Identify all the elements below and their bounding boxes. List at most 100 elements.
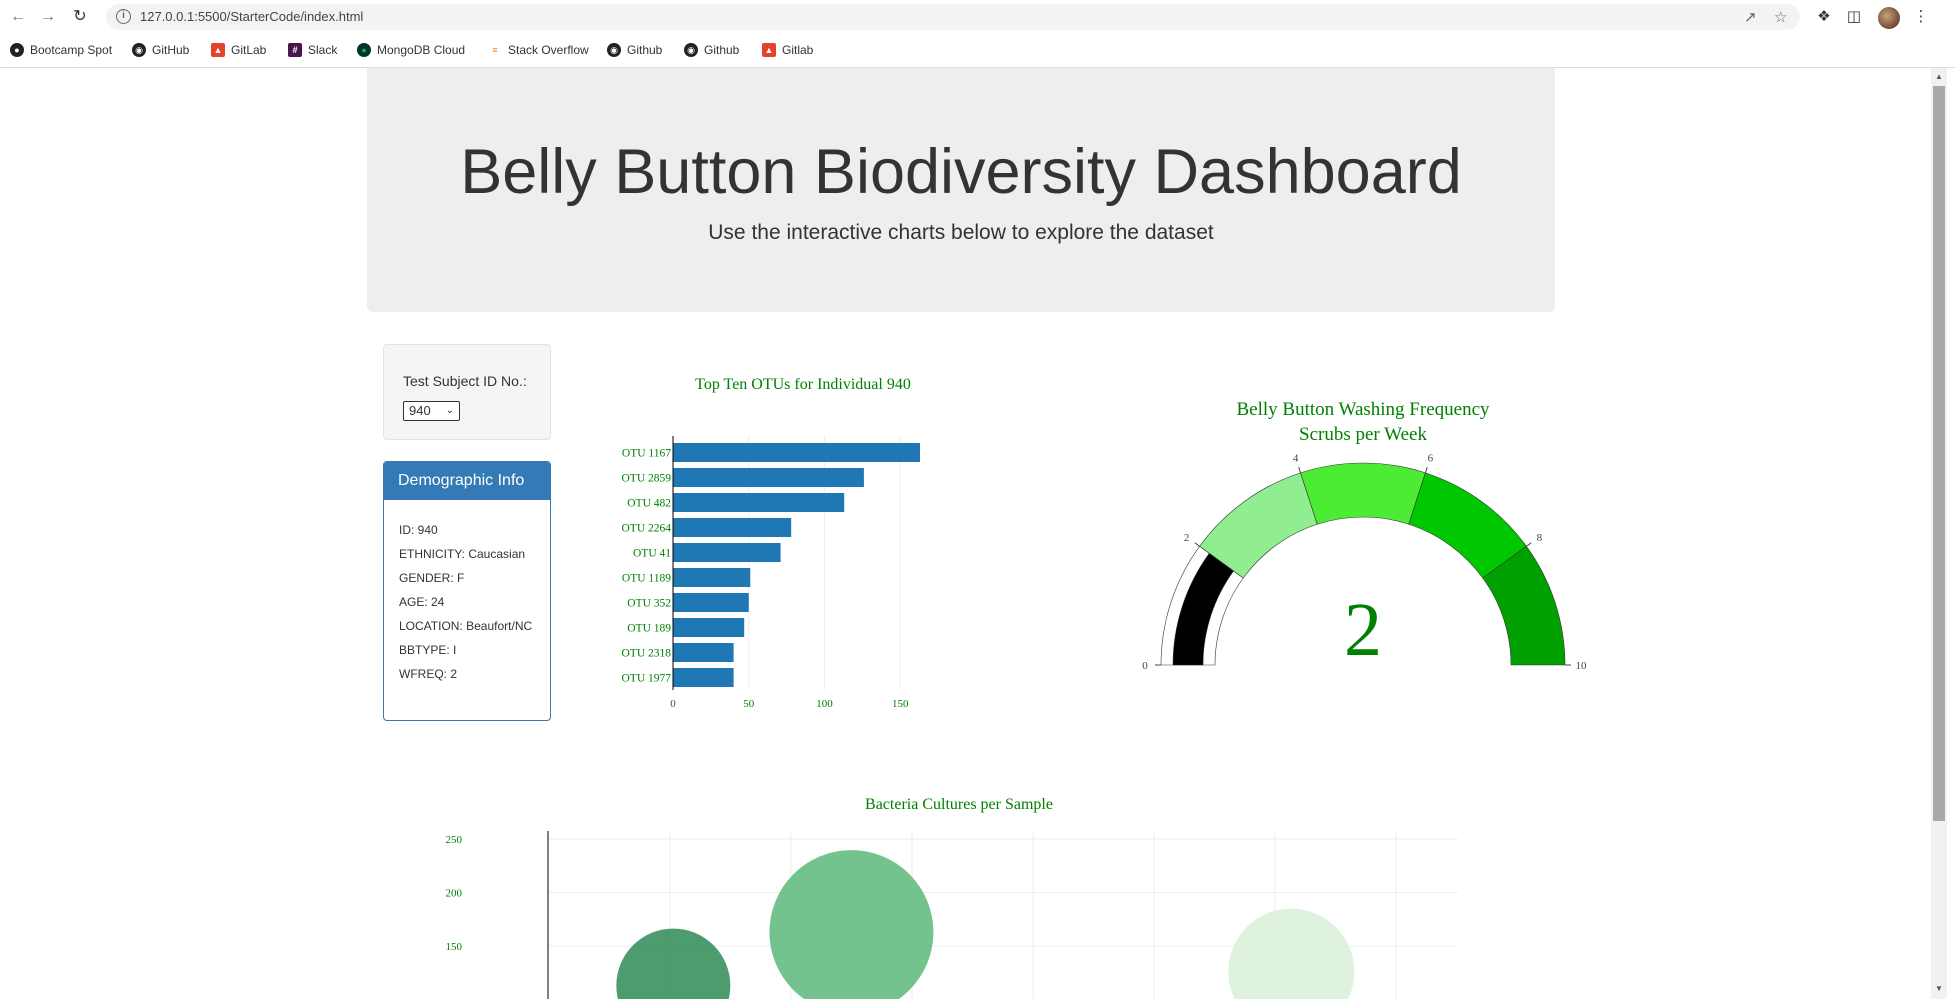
washing-frequency-gauge: Belly Button Washing Frequency Scrubs per…	[1142, 399, 1588, 672]
bookmark-item[interactable]: ▲ Gitlab	[762, 40, 813, 60]
bar-chart-title: Top Ten OTUs for Individual 940	[695, 376, 911, 393]
bar-chart-bar	[673, 468, 864, 487]
gauge-tick-label: 4	[1293, 453, 1299, 465]
gauge-tick-label: 8	[1537, 532, 1543, 544]
github-icon: ◉	[607, 43, 621, 57]
gitlab-icon: ▲	[762, 43, 776, 57]
bar-chart-bar	[673, 493, 845, 512]
forward-icon[interactable]: →	[38, 7, 58, 27]
profile-avatar[interactable]	[1878, 7, 1900, 29]
scroll-down-icon[interactable]: ▼	[1933, 984, 1945, 996]
demographic-row: GENDER: F	[399, 571, 465, 585]
gauge-step	[1300, 462, 1426, 525]
github-icon: ◉	[132, 43, 146, 57]
gauge-subtitle: Scrubs per Week	[1299, 424, 1427, 445]
scroll-up-icon[interactable]: ▲	[1933, 72, 1945, 84]
bar-chart-bar	[673, 543, 781, 562]
bar-chart-bar	[673, 568, 751, 587]
bubble-chart-ytick: 150	[446, 941, 463, 953]
bookmark-item[interactable]: ● Bootcamp Spot	[10, 40, 112, 60]
demographic-info-panel: Demographic Info ID: 940 ETHNICITY: Cauc…	[383, 461, 551, 721]
url-text: 127.0.0.1:5500/StarterCode/index.html	[140, 9, 364, 24]
share-icon[interactable]: ↗	[1744, 8, 1757, 26]
demographic-row: LOCATION: Beaufort/NC	[399, 619, 533, 633]
demographic-info-body: ID: 940 ETHNICITY: Caucasian GENDER: F A…	[399, 524, 544, 692]
gauge-tick-label: 6	[1428, 453, 1434, 465]
github-icon: ◉	[684, 43, 698, 57]
bar-chart-ytick: OTU 1977	[621, 673, 671, 685]
demographic-row: BBTYPE: I	[399, 643, 457, 657]
bar-chart-ytick: OTU 2859	[621, 473, 671, 485]
bar-chart-bar	[673, 593, 749, 612]
bar-chart-ytick: OTU 1167	[622, 448, 671, 460]
bacteria-bubble-chart: Bacteria Cultures per Sample 250 200 150	[446, 796, 1458, 999]
bookmark-item[interactable]: ▲ GitLab	[211, 40, 266, 60]
gauge-title: Belly Button Washing Frequency	[1236, 399, 1490, 420]
demographic-row: WFREQ: 2	[399, 667, 458, 681]
subject-id-dropdown[interactable]: 940 ⌄	[403, 401, 460, 421]
extensions-icon[interactable]: ❖	[1815, 8, 1833, 26]
bookmark-item[interactable]: ≡ Stack Overflow	[488, 40, 589, 60]
selected-subject-id: 940	[409, 403, 431, 418]
page-title: Belly Button Biodiversity Dashboard	[460, 137, 1462, 207]
gauge-tick	[1526, 542, 1532, 547]
chevron-down-icon: ⌄	[445, 405, 454, 416]
bookmark-label: Slack	[308, 43, 338, 57]
bookmark-star-icon[interactable]: ☆	[1774, 8, 1787, 26]
bar-chart-ytick: OTU 2264	[621, 523, 671, 535]
bootcamp-icon: ●	[10, 43, 24, 57]
subject-selector-well: Test Subject ID No.: 940 ⌄	[383, 344, 551, 440]
browser-toolbar: ← → ↻ i 127.0.0.1:5500/StarterCode/index…	[0, 0, 1955, 34]
gauge-tick-label: 2	[1184, 532, 1190, 544]
subject-id-label: Test Subject ID No.:	[403, 373, 527, 389]
scrollbar-thumb[interactable]	[1933, 86, 1945, 821]
gitlab-icon: ▲	[211, 43, 225, 57]
demographic-row: AGE: 24	[399, 595, 445, 609]
bar-chart-bar	[673, 443, 920, 462]
bar-chart-bar	[673, 643, 734, 662]
demographic-row: ETHNICITY: Caucasian	[399, 547, 526, 561]
demographic-row: ID: 940	[399, 523, 438, 537]
bookmark-label: Stack Overflow	[508, 43, 589, 57]
bar-chart-xtick: 50	[743, 698, 755, 710]
bookmark-label: Github	[704, 43, 740, 57]
bar-chart-ytick: OTU 482	[627, 498, 671, 510]
bar-chart-ytick: OTU 2318	[621, 648, 671, 660]
bookmark-item[interactable]: ◉ GitHub	[132, 40, 189, 60]
bookmark-label: GitHub	[152, 43, 190, 57]
bookmark-label: MongoDB Cloud	[377, 43, 466, 57]
site-info-icon[interactable]: i	[116, 9, 131, 24]
bookmark-item[interactable]: ◉ Github	[607, 40, 662, 60]
bubble-chart-ytick: 200	[446, 888, 463, 900]
bookmark-label: Github	[627, 43, 663, 57]
bookmark-item[interactable]: ◉ Github	[684, 40, 739, 60]
slack-icon: #	[288, 43, 302, 57]
bar-chart-bar	[673, 518, 792, 537]
side-panel-icon[interactable]: ◫	[1845, 8, 1863, 26]
gauge-value-number: 2	[1344, 588, 1382, 672]
bar-chart-ytick: OTU 189	[627, 623, 671, 635]
top-otus-bar-chart: Top Ten OTUs for Individual 940 0 50 100 150…	[621, 376, 920, 710]
bar-chart-bar	[673, 618, 745, 637]
address-bar[interactable]: i 127.0.0.1:5500/StarterCode/index.html …	[106, 4, 1800, 30]
bar-chart-ytick: OTU 1189	[622, 573, 671, 585]
bookmark-label: GitLab	[231, 43, 267, 57]
bar-chart-xtick: 100	[816, 698, 833, 710]
gauge-tick	[1298, 467, 1302, 474]
menu-kebab-icon[interactable]: ⋮	[1912, 8, 1930, 26]
gauge-tick-label: 10	[1576, 660, 1588, 672]
bubble-chart-bubble	[769, 850, 934, 999]
bubble-chart-bubble	[1228, 908, 1355, 999]
header-jumbotron: Belly Button Biodiversity Dashboard Use …	[367, 68, 1555, 312]
bar-chart-ytick: OTU 41	[633, 548, 671, 560]
page-subtitle: Use the interactive charts below to expl…	[708, 221, 1214, 244]
bookmark-item[interactable]: ● MongoDB Cloud	[357, 40, 465, 60]
back-icon[interactable]: ←	[8, 7, 28, 27]
reload-icon[interactable]: ↻	[70, 7, 90, 27]
bookmark-item[interactable]: # Slack	[288, 40, 337, 60]
bar-chart-ytick: OTU 352	[627, 598, 671, 610]
gauge-tick	[1424, 467, 1428, 474]
bar-chart-bar	[673, 668, 734, 687]
bubble-chart-title: Bacteria Cultures per Sample	[865, 796, 1053, 813]
bookmark-label: Bootcamp Spot	[30, 43, 113, 57]
